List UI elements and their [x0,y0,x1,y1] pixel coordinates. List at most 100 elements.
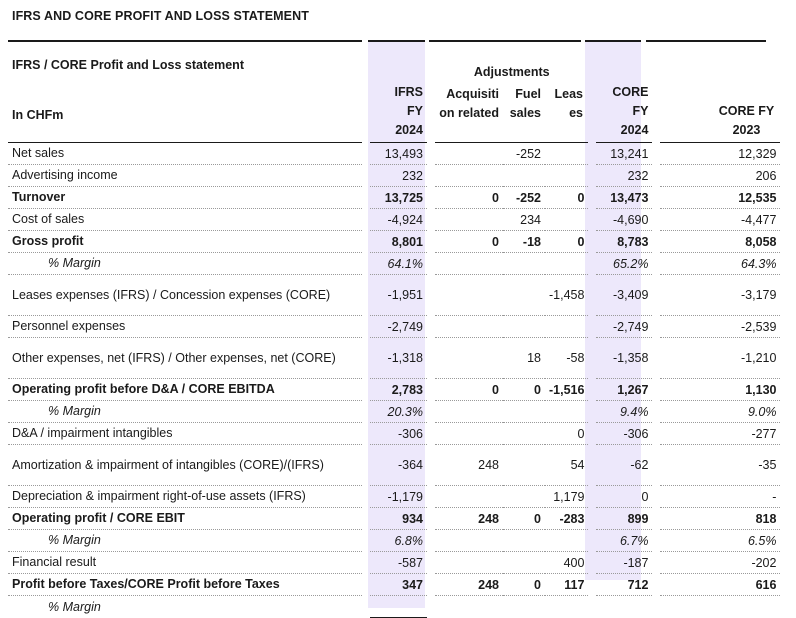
cell-leases [545,401,589,423]
cell-leases [545,253,589,275]
cell-core-prev: 9.0% [660,401,781,423]
table-row: Amortization & impairment of intangibles… [8,445,781,486]
cell-leases [545,316,589,338]
cell-core: -2,749 [596,316,653,338]
cell-core-prev: 8,058 [660,231,781,253]
cell-core: 13,473 [596,187,653,209]
table-row: Cost of sales -4,924 234 -4,690 -4,477 [8,209,781,231]
cell-leases: 117 [545,574,589,596]
cell-acquisition [435,401,503,423]
cell-core-prev: 6.5% [660,530,781,552]
cell-leases [545,530,589,552]
cell-leases: 0 [545,187,589,209]
table-row: Profit before Taxes/CORE Profit before T… [8,574,781,596]
cell-leases: -283 [545,508,589,530]
cell-core-prev: -2,539 [660,316,781,338]
cell-core: -3,409 [596,275,653,316]
table-row: Financial result -587 400 -187 -202 [8,552,781,574]
row-label: Personnel expenses [8,316,362,338]
cell-core-prev: -202 [660,552,781,574]
cell-core: -4,690 [596,209,653,231]
cell-leases [545,165,589,187]
row-label: Operating profit / CORE EBIT [8,508,362,530]
cell-leases: -1,516 [545,379,589,401]
cell-acquisition [435,552,503,574]
page-title: IFRS AND CORE PROFIT AND LOSS STATEMENT [12,9,309,23]
cell-acquisition: 0 [435,231,503,253]
row-label: Financial result [8,552,362,574]
cell-fuel-sales [503,445,545,486]
table-header-row: IFRS / CORE Profit and Loss statement In… [8,42,781,143]
cell-ifrs: 232 [370,165,427,187]
cell-core: 1,267 [596,379,653,401]
cell-acquisition [435,530,503,552]
table-row: Operating profit / CORE EBIT 934 248 0 -283 8… [8,508,781,530]
cell-fuel-sales: 18 [503,338,545,379]
cell-core: 13,241 [596,143,653,165]
cell-core-prev: - [660,486,781,508]
cell-core: 8,783 [596,231,653,253]
cell-ifrs: -587 [370,552,427,574]
cell-ifrs: -4,924 [370,209,427,231]
cell-fuel-sales: -18 [503,231,545,253]
cell-core: 712 [596,574,653,596]
table-row: D&A / impairment intangibles -306 0 -306 -27… [8,423,781,445]
cell-acquisition [435,275,503,316]
cell-core: 0 [596,486,653,508]
row-label: Depreciation & impairment right-of-use a… [8,486,362,508]
margin-row: % Margin 20.3% 9.4% 9.0% [8,401,781,423]
row-label: Advertising income [8,165,362,187]
col-header-adjustments: Adjustments Acquisition related Fuel sal… [435,42,589,143]
cell-core-prev: 12,329 [660,143,781,165]
section-title: IFRS / CORE Profit and Loss statement [12,58,244,72]
cell-leases [545,143,589,165]
cell-fuel-sales: 234 [503,209,545,231]
table-row: Net sales 13,493 -252 13,241 12,329 [8,143,781,165]
row-label: D&A / impairment intangibles [8,423,362,445]
cell-fuel-sales: 0 [503,508,545,530]
cell-leases: -58 [545,338,589,379]
cell-ifrs: 347 [370,574,427,596]
row-label: Cost of sales [8,209,362,231]
row-label: Profit before Taxes/CORE Profit before T… [8,574,362,596]
cell-core-prev: 64.3% [660,253,781,275]
row-label: Turnover [8,187,362,209]
cell-fuel-sales: 0 [503,574,545,596]
cell-leases: 400 [545,552,589,574]
cell-ifrs: 6.8% [370,530,427,552]
cell-ifrs: 8,801 [370,231,427,253]
cell-leases: -1,458 [545,275,589,316]
cell-core-prev: -1,210 [660,338,781,379]
cell-ifrs: 2,783 [370,379,427,401]
cell-fuel-sales [503,552,545,574]
cell-core: 6.7% [596,530,653,552]
col-header-leases: Leases [554,87,584,120]
cell-acquisition [435,338,503,379]
cell-fuel-sales: -252 [503,143,545,165]
table-header-label: IFRS / CORE Profit and Loss statement In… [8,42,362,143]
pnl-table: IFRS / CORE Profit and Loss statement In… [8,42,781,618]
cell-fuel-sales [503,275,545,316]
col-header-fuel: Fuel sales [509,87,541,120]
cell-core: 232 [596,165,653,187]
unit-label: In CHFm [12,108,64,122]
margin-row: % Margin 6.8% 6.7% 6.5% [8,530,781,552]
cell-acquisition [435,253,503,275]
cell-core-prev: 1,130 [660,379,781,401]
cell-acquisition: 248 [435,574,503,596]
table-row: Operating profit before D&A / CORE EBITD… [8,379,781,401]
cell-ifrs: 20.3% [370,401,427,423]
cell-ifrs: 934 [370,508,427,530]
cell-core: 899 [596,508,653,530]
margin-row: % Margin 64.1% 65.2% 64.3% [8,253,781,275]
table-row: Gross profit 8,801 0 -18 0 8,783 8,058 [8,231,781,253]
table-row: Depreciation & impairment right-of-use a… [8,486,781,508]
cell-ifrs: -2,749 [370,316,427,338]
col-header-acquisition: Acquisition related [439,87,499,120]
cell-fuel-sales [503,530,545,552]
cell-core-prev: -3,179 [660,275,781,316]
cell-core-prev: 818 [660,508,781,530]
row-label: Leases expenses (IFRS) / Concession expe… [8,275,362,316]
row-label: Other expenses, net (IFRS) / Other expen… [8,338,362,379]
cell-fuel-sales [503,486,545,508]
